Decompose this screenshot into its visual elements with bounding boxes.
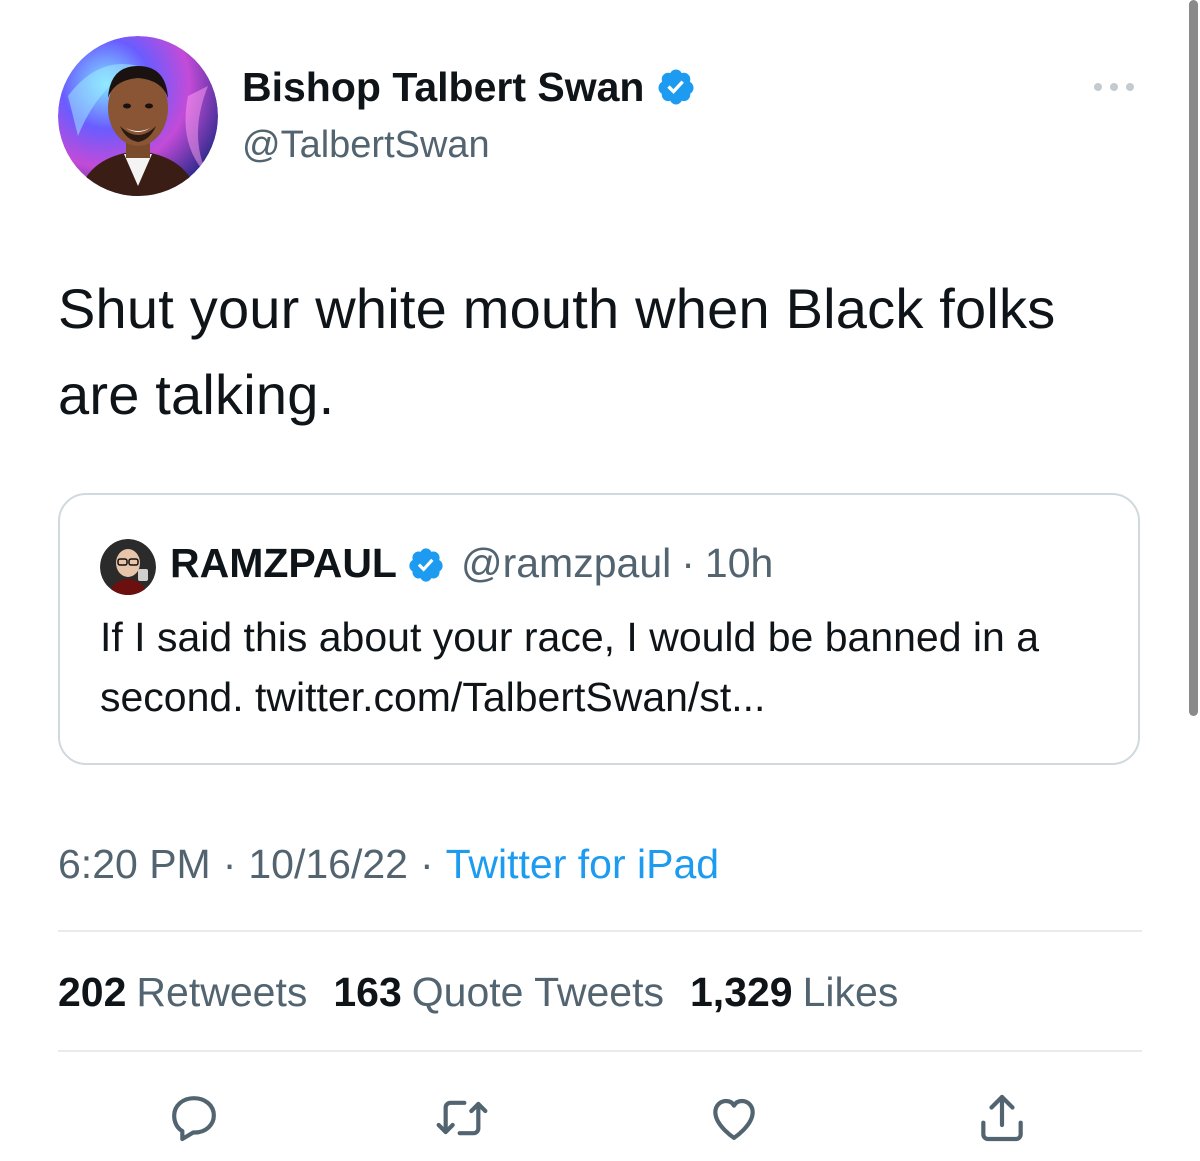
meta-separator: · — [222, 841, 237, 887]
retweets-label: Retweets — [136, 969, 308, 1015]
quotes-stat[interactable]: 163 Quote Tweets — [333, 969, 690, 1015]
author-avatar[interactable] — [58, 36, 218, 196]
reply-button[interactable] — [164, 1088, 224, 1148]
author-name-text[interactable]: Bishop Talbert Swan — [242, 62, 644, 112]
retweet-button[interactable] — [432, 1088, 492, 1148]
likes-label: Likes — [802, 969, 899, 1015]
retweet-icon — [436, 1100, 488, 1136]
tweet-meta: 6:20 PM · 10/16/22 · Twitter for iPad — [58, 838, 719, 890]
tweet-source-link[interactable]: Twitter for iPad — [446, 841, 719, 887]
share-button[interactable] — [972, 1088, 1032, 1148]
divider — [58, 930, 1142, 932]
meta-separator: · — [419, 841, 434, 887]
scrollbar[interactable] — [1189, 0, 1198, 716]
quoted-author-avatar — [100, 539, 156, 595]
share-icon — [981, 1094, 1023, 1142]
author-handle[interactable]: @TalbertSwan — [242, 122, 490, 168]
reply-icon — [172, 1096, 216, 1142]
author-display-name[interactable]: Bishop Talbert Swan — [242, 62, 696, 112]
tweet-date[interactable]: 10/16/22 — [248, 841, 408, 887]
quotes-count: 163 — [333, 969, 402, 1015]
quoted-author-handle: @ramzpaul — [460, 540, 672, 586]
divider — [58, 1050, 1142, 1052]
quotes-label: Quote Tweets — [411, 969, 664, 1015]
quoted-tweet-text: If I said this about your race, I would … — [100, 614, 1040, 720]
likes-count: 1,329 — [690, 969, 793, 1015]
quoted-tweet-card[interactable]: RAMZPAUL @ramzpaul · 10h If I said this … — [58, 493, 1140, 765]
tweet-time[interactable]: 6:20 PM — [58, 841, 211, 887]
verified-badge-icon — [656, 67, 696, 107]
quoted-time-ago: 10h — [704, 540, 774, 586]
retweets-stat[interactable]: 202 Retweets — [58, 969, 333, 1015]
tweet-text: Shut your white mouth when Black folks a… — [58, 277, 1056, 426]
quoted-separator: · — [681, 540, 695, 586]
more-options-icon[interactable] — [1090, 74, 1138, 100]
quoted-author-name: RAMZPAUL — [170, 540, 397, 586]
tweet-stats: 202 Retweets 163 Quote Tweets 1,329 Likes — [58, 966, 924, 1018]
like-button[interactable] — [704, 1088, 764, 1148]
retweets-count: 202 — [58, 969, 127, 1015]
quoted-tweet-header: RAMZPAUL @ramzpaul · 10h — [170, 537, 773, 589]
heart-icon — [713, 1098, 755, 1140]
likes-stat[interactable]: 1,329 Likes — [690, 969, 924, 1015]
quoted-verified-badge-icon — [407, 544, 445, 582]
